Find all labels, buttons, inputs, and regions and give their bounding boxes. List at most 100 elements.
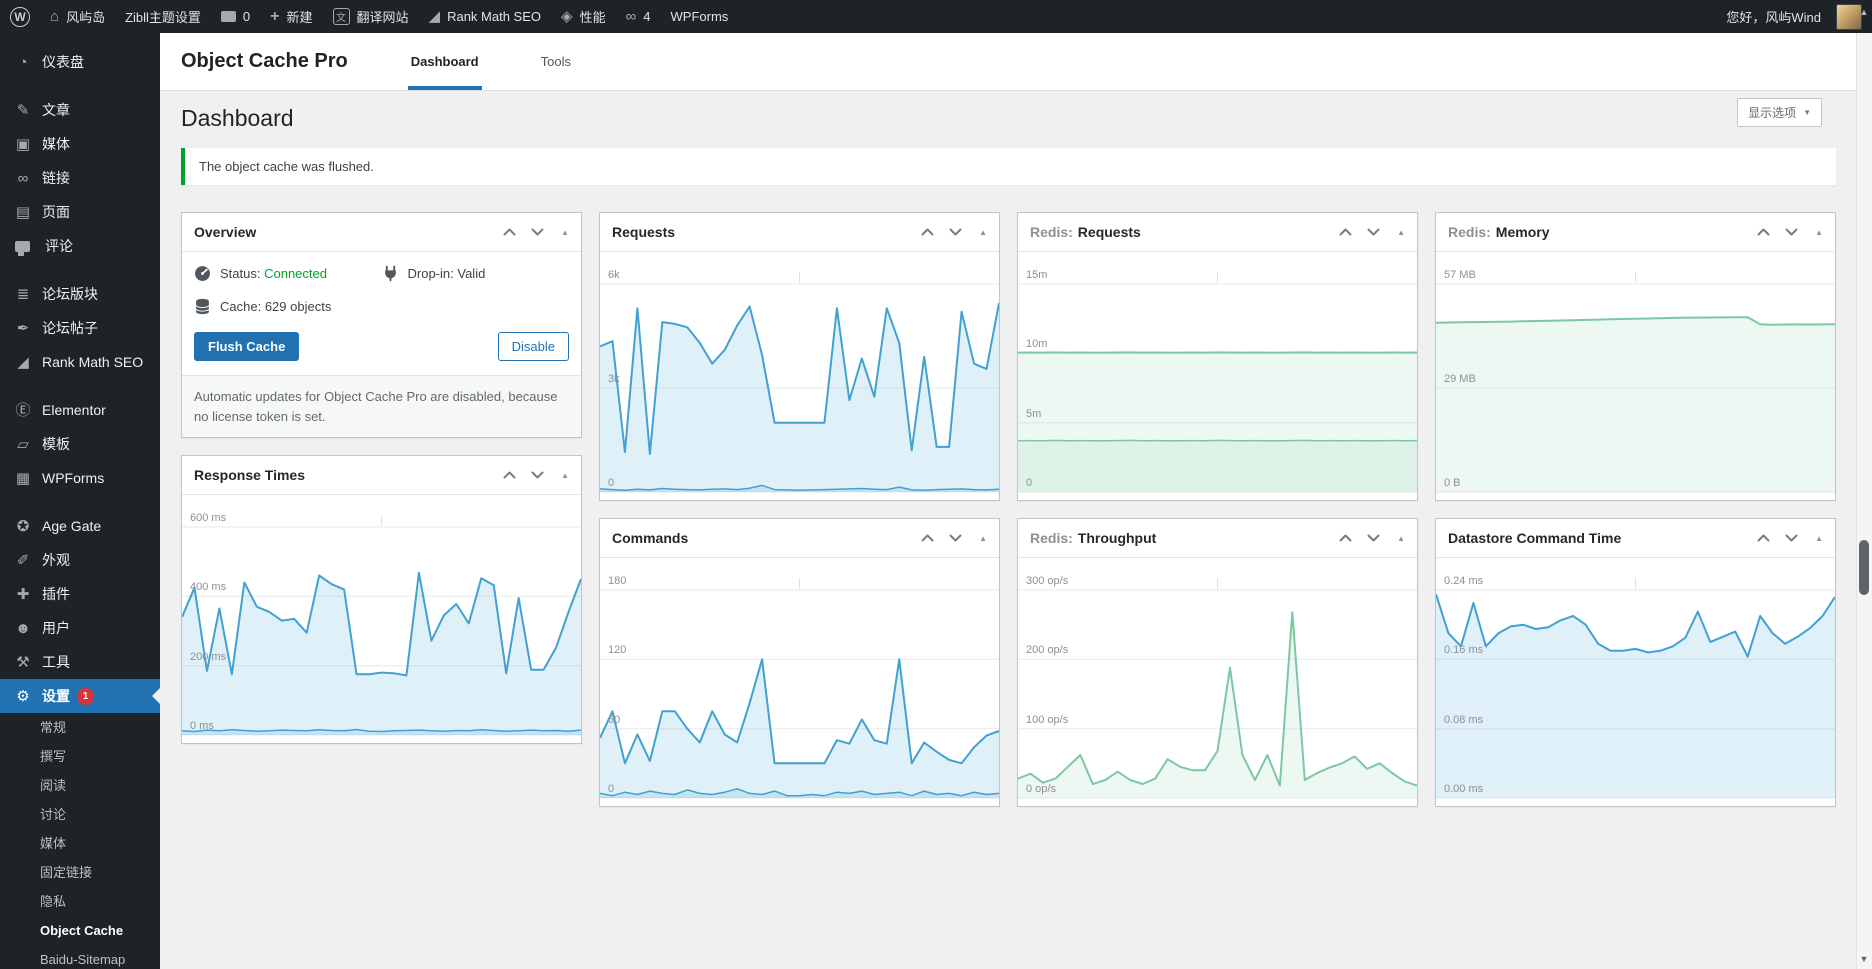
move-down-icon[interactable]: [530, 470, 545, 480]
sidebar-item-label: 用户: [42, 619, 70, 637]
move-down-icon[interactable]: [1784, 227, 1799, 237]
screen-options-label: 显示选项: [1748, 104, 1796, 121]
move-up-icon[interactable]: [502, 227, 517, 237]
move-up-icon[interactable]: [1756, 227, 1771, 237]
move-down-icon[interactable]: [530, 227, 545, 237]
sidebar-item-论坛帖子[interactable]: ✒论坛帖子: [0, 311, 160, 345]
admin-bar-item-翻译网站[interactable]: 文翻译网站: [323, 0, 419, 33]
panel-overview: Overview ▲ Status: Connected Drop-in: Va…: [181, 212, 582, 438]
plugin-title: Object Cache Pro: [160, 50, 408, 73]
sidebar-subitem-常规[interactable]: 常规: [0, 713, 160, 742]
move-down-icon[interactable]: [1366, 533, 1381, 543]
status-label: Status:: [220, 266, 260, 281]
chart-redis-requests: 15m10m5m0: [1018, 252, 1417, 500]
templates-icon: ▱: [12, 437, 34, 452]
panel-redis-memory: Redis:Memory▲57 MB29 MB0 B: [1435, 212, 1836, 501]
sidebar-item-链接[interactable]: ∞链接: [0, 161, 160, 195]
forum-posts-icon: ✒: [12, 321, 34, 336]
move-up-icon[interactable]: [920, 227, 935, 237]
sidebar-item-页面[interactable]: ▤页面: [0, 195, 160, 229]
admin-bar-item-rank-math-seo[interactable]: ◢Rank Math SEO: [419, 0, 551, 33]
sidebar-item-工具[interactable]: ⚒工具: [0, 645, 160, 679]
sidebar-item-评论[interactable]: 评论: [0, 229, 160, 263]
appearance-icon: ✐: [12, 553, 34, 568]
status-value: Connected: [264, 266, 327, 281]
scrollbar-track[interactable]: [1856, 33, 1872, 969]
grid-column-3: Redis:Requests▲15m10m5m0Redis:Throughput…: [1017, 212, 1418, 807]
collapse-triangle-icon[interactable]: ▲: [1397, 228, 1405, 237]
move-up-icon[interactable]: [920, 533, 935, 543]
move-down-icon[interactable]: [948, 533, 963, 543]
flush-cache-button[interactable]: Flush Cache: [194, 332, 299, 361]
sidebar-item-仪表盘[interactable]: ◔仪表盘: [0, 45, 160, 79]
sidebar-subitem-媒体[interactable]: 媒体: [0, 829, 160, 858]
sidebar-item-age-gate[interactable]: ✪Age Gate: [0, 509, 160, 543]
collapse-triangle-icon[interactable]: ▲: [1397, 534, 1405, 543]
sidebar-item-论坛版块[interactable]: ≣论坛版块: [0, 277, 160, 311]
menu-separator: [0, 379, 160, 393]
move-down-icon[interactable]: [1784, 533, 1799, 543]
admin-bar-item-性能[interactable]: ◈性能: [551, 0, 616, 33]
grid-column-1: Overview ▲ Status: Connected Drop-in: Va…: [181, 212, 582, 807]
tab-dashboard[interactable]: Dashboard: [408, 33, 482, 90]
sidebar-subitem-object-cache[interactable]: Object Cache: [0, 916, 160, 945]
scrollbar-down-icon[interactable]: ▼: [1856, 954, 1872, 964]
sidebar-item-模板[interactable]: ▱模板: [0, 427, 160, 461]
admin-bar-item-新建[interactable]: +新建: [260, 0, 322, 33]
admin-bar-item-0[interactable]: 0: [211, 0, 260, 33]
tab-tools[interactable]: Tools: [538, 33, 574, 90]
sidebar-item-wpforms[interactable]: ▦WPForms: [0, 461, 160, 495]
sidebar-item-label: Elementor: [42, 401, 106, 419]
collapse-triangle-icon[interactable]: ▲: [979, 228, 987, 237]
sidebar-item-label: 论坛版块: [42, 285, 98, 303]
media-icon: ▣: [12, 137, 34, 152]
move-down-icon[interactable]: [948, 227, 963, 237]
y-axis-label: 0: [608, 477, 614, 489]
sidebar-item-设置[interactable]: ⚙设置1: [0, 679, 160, 713]
gauge-icon: [194, 265, 211, 282]
screen-options-button[interactable]: 显示选项 ▼: [1737, 98, 1822, 127]
sidebar-subitem-隐私[interactable]: 隐私: [0, 887, 160, 916]
scrollbar: ▲ ▼: [1856, 0, 1872, 969]
wpforms-icon: ▦: [12, 471, 34, 486]
collapse-triangle-icon[interactable]: ▲: [1815, 228, 1823, 237]
age-gate-icon: ✪: [12, 519, 34, 534]
y-axis-label: 10m: [1026, 338, 1047, 350]
y-axis-label: 100 op/s: [1026, 714, 1068, 726]
sidebar-item-外观[interactable]: ✐外观: [0, 543, 160, 577]
collapse-triangle-icon[interactable]: ▲: [561, 228, 569, 237]
admin-bar-item-logo[interactable]: W: [0, 0, 40, 33]
admin-bar-item-wpforms[interactable]: WPForms: [661, 0, 739, 33]
collapse-triangle-icon[interactable]: ▲: [979, 534, 987, 543]
disable-button[interactable]: Disable: [498, 332, 569, 361]
sidebar-item-elementor[interactable]: ⒺElementor: [0, 393, 160, 427]
sidebar-item-媒体[interactable]: ▣媒体: [0, 127, 160, 161]
move-down-icon[interactable]: [1366, 227, 1381, 237]
sidebar-subitem-讨论[interactable]: 讨论: [0, 800, 160, 829]
y-axis-label: 0 ms: [190, 720, 214, 732]
collapse-triangle-icon[interactable]: ▲: [1815, 534, 1823, 543]
sidebar-subitem-baidu-sitemap[interactable]: Baidu-Sitemap: [0, 945, 160, 969]
admin-bar-item-zibll主题设置[interactable]: Zibll主题设置: [115, 0, 211, 33]
sidebar-item-用户[interactable]: ☻用户: [0, 611, 160, 645]
move-up-icon[interactable]: [1338, 533, 1353, 543]
collapse-triangle-icon[interactable]: ▲: [561, 471, 569, 480]
admin-bar-item-风屿岛[interactable]: ⌂风屿岛: [40, 0, 115, 33]
sidebar-item-插件[interactable]: ✚插件: [0, 577, 160, 611]
admin-bar-item-4[interactable]: ∞4: [616, 0, 661, 33]
move-up-icon[interactable]: [1756, 533, 1771, 543]
sidebar-item-label: 评论: [45, 237, 73, 255]
sidebar-item-文章[interactable]: ✎文章: [0, 93, 160, 127]
move-up-icon[interactable]: [502, 470, 517, 480]
move-up-icon[interactable]: [1338, 227, 1353, 237]
scrollbar-thumb[interactable]: [1859, 540, 1869, 595]
overview-dropin: Drop-in: Valid: [382, 257, 570, 290]
sidebar-subitem-阅读[interactable]: 阅读: [0, 771, 160, 800]
sidebar-subitem-撰写[interactable]: 撰写: [0, 742, 160, 771]
sidebar-subitem-固定链接[interactable]: 固定链接: [0, 858, 160, 887]
notice-success: The object cache was flushed.: [181, 148, 1836, 185]
overview-status: Status: Connected: [194, 257, 382, 290]
admin-bar-account[interactable]: 您好，风屿Wind: [1716, 0, 1872, 33]
scrollbar-up-icon[interactable]: ▲: [1856, 7, 1872, 17]
sidebar-item-rank-math-seo[interactable]: ◢Rank Math SEO: [0, 345, 160, 379]
